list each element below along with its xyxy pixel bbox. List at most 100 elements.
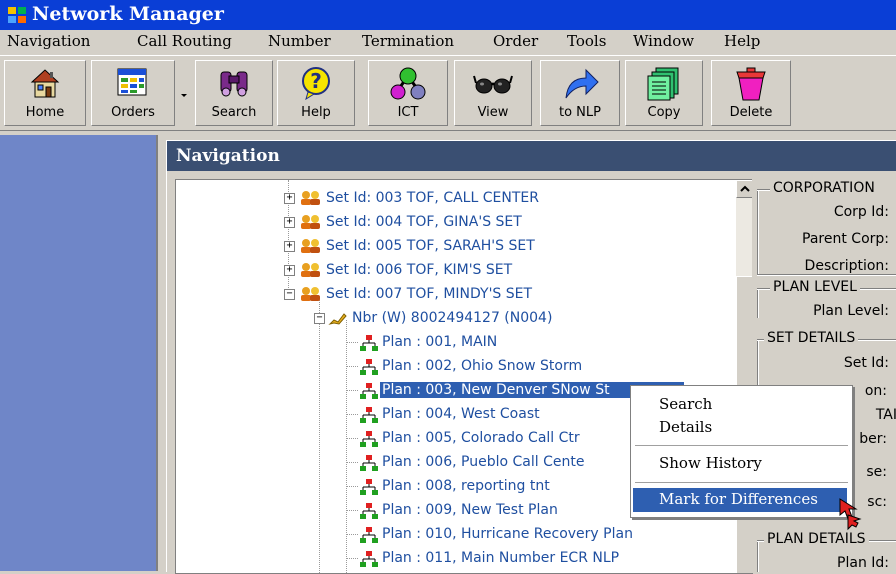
ict-button[interactable]: ICT <box>368 60 448 126</box>
chevron-down-icon <box>181 94 187 97</box>
scroll-up-button[interactable] <box>736 180 753 198</box>
plan-id-label: Plan Id: <box>837 555 889 571</box>
group-border <box>757 540 759 572</box>
plan-hierarchy-icon <box>360 431 378 447</box>
plan-level-group-title: PLAN LEVEL <box>770 279 860 295</box>
trash-icon <box>736 67 766 101</box>
phone-handset-icon <box>328 313 347 325</box>
set-label: Set Id: 006 TOF, KIM'S SET <box>326 262 513 278</box>
menu-separator <box>635 482 848 483</box>
copy-pages-icon <box>647 67 679 101</box>
to-nlp-button[interactable]: to NLP <box>540 60 620 126</box>
plan-label: Plan : 001, MAIN <box>382 334 498 350</box>
corporation-group-title: CORPORATION <box>770 180 878 196</box>
context-mark-differences-item[interactable]: Mark for Differences <box>659 490 818 508</box>
binoculars-icon <box>220 71 248 97</box>
plan-hierarchy-icon <box>360 359 378 375</box>
mouse-cursor-icon <box>839 498 862 531</box>
plan-hierarchy-icon <box>360 335 378 351</box>
corp-id-label: Corp Id: <box>833 204 889 220</box>
plan-level-label: Plan Level: <box>813 303 889 319</box>
help-label: Help <box>301 105 331 120</box>
curved-arrow-icon <box>565 68 599 99</box>
copy-label: Copy <box>647 105 681 120</box>
collapse-toggle[interactable]: − <box>314 313 325 324</box>
plan-label: Plan : 005, Colorado Call Ctr <box>382 430 580 446</box>
menu-bar: Navigation Call Routing Number Terminati… <box>0 30 896 54</box>
menu-tools[interactable]: Tools <box>567 32 606 50</box>
expand-toggle[interactable]: + <box>284 217 295 228</box>
set-details-partial-title: TAI <box>875 407 896 423</box>
search-label: Search <box>211 105 257 120</box>
menu-call-routing[interactable]: Call Routing <box>137 32 232 50</box>
expand-toggle[interactable]: + <box>284 265 295 276</box>
glasses-icon <box>473 75 513 94</box>
plan-label: Plan : 008, reporting tnt <box>382 478 550 494</box>
menu-order[interactable]: Order <box>493 32 538 50</box>
menu-navigation[interactable]: Navigation <box>7 32 90 50</box>
copy-button[interactable]: Copy <box>625 60 703 126</box>
collapse-toggle[interactable]: − <box>284 289 295 300</box>
plan-hierarchy-icon <box>360 551 378 567</box>
search-button[interactable]: Search <box>195 60 273 126</box>
menu-separator <box>635 445 848 446</box>
menu-number[interactable]: Number <box>268 32 331 50</box>
menu-termination[interactable]: Termination <box>362 32 454 50</box>
plan-label: Plan : 010, Hurricane Recovery Plan <box>382 526 633 542</box>
view-label: View <box>477 105 509 120</box>
set-description-label-partial: on: <box>864 383 887 399</box>
view-button[interactable]: View <box>454 60 532 126</box>
set-id-label: Set Id: <box>843 355 889 371</box>
expand-toggle[interactable]: + <box>284 241 295 252</box>
plan-label: Plan : 002, Ohio Snow Storm <box>382 358 583 374</box>
delete-button[interactable]: Delete <box>711 60 791 126</box>
set-label: Set Id: 005 TOF, SARAH'S SET <box>326 238 535 254</box>
plan-hierarchy-icon <box>360 383 378 399</box>
group-people-icon <box>301 287 320 301</box>
ict-label: ICT <box>397 105 419 120</box>
orders-dropdown-arrow[interactable] <box>177 78 191 108</box>
set-label: Set Id: 007 TOF, MINDY'S SET <box>326 286 533 302</box>
context-show-history-item[interactable]: Show History <box>659 454 762 472</box>
chevron-up-icon <box>740 185 750 192</box>
plan-hierarchy-icon <box>360 407 378 423</box>
number-label: Nbr (W) 8002494127 (N004) <box>352 310 553 326</box>
context-menu: Search Details Show History Mark for Dif… <box>630 385 853 518</box>
plan-label: Plan : 006, Pueblo Call Cente <box>382 454 585 470</box>
group-border <box>757 274 896 276</box>
help-button[interactable]: ? Help <box>277 60 355 126</box>
set-label: Set Id: 003 TOF, CALL CENTER <box>326 190 539 206</box>
group-people-icon <box>301 215 320 229</box>
set-details-group-title: SET DETAILS <box>764 330 859 346</box>
group-border <box>757 288 759 318</box>
network-manager-app-icon <box>8 7 26 23</box>
group-border <box>757 189 759 274</box>
house-icon <box>30 69 60 98</box>
parent-corp-label: Parent Corp: <box>802 231 889 247</box>
plan-hierarchy-icon <box>360 527 378 543</box>
plan-hierarchy-icon <box>360 455 378 471</box>
group-people-icon <box>301 263 320 277</box>
home-label: Home <box>25 105 65 120</box>
navigation-title: Navigation <box>176 146 280 166</box>
toolbar: Home Orders Search ? Help ICT View to NL… <box>0 55 896 131</box>
plan-details-group-title: PLAN DETAILS <box>764 531 869 547</box>
svg-text:?: ? <box>310 69 322 93</box>
left-sidebar <box>0 135 158 571</box>
set-number-label-partial: ber: <box>859 431 887 447</box>
home-button[interactable]: Home <box>4 60 86 126</box>
molecule-icon <box>390 67 426 100</box>
orders-button[interactable]: Orders <box>91 60 175 126</box>
context-details-item[interactable]: Details <box>659 418 712 436</box>
tree-line <box>319 300 320 573</box>
expand-toggle[interactable]: + <box>284 193 295 204</box>
delete-label: Delete <box>729 105 773 120</box>
menu-window[interactable]: Window <box>633 32 694 50</box>
plan-label: Plan : 009, New Test Plan <box>382 502 558 518</box>
menu-help[interactable]: Help <box>724 32 760 50</box>
plan-hierarchy-icon <box>360 503 378 519</box>
orders-table-icon <box>117 68 147 96</box>
group-people-icon <box>301 239 320 253</box>
context-search-item[interactable]: Search <box>659 395 712 413</box>
orders-label: Orders <box>111 105 155 120</box>
